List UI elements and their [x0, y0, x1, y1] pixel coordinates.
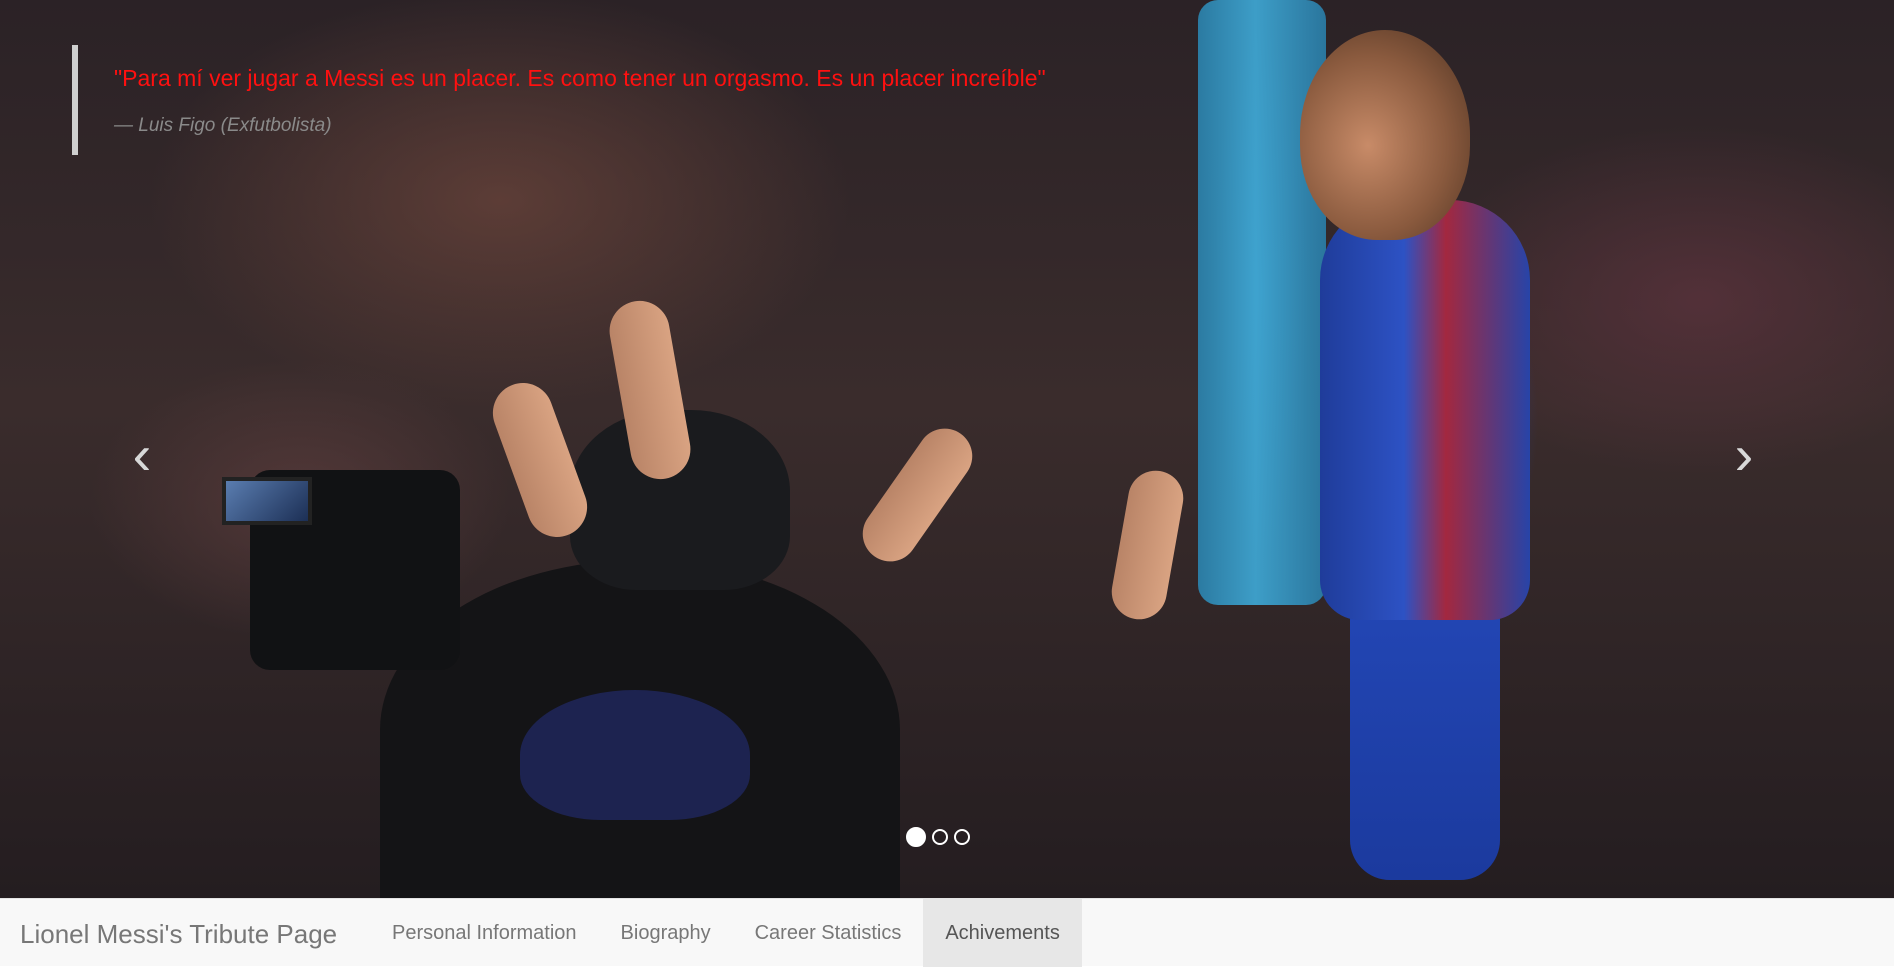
chevron-left-icon: ‹	[132, 423, 152, 486]
chevron-right-icon: ›	[1734, 423, 1754, 486]
carousel-next-button[interactable]: ›	[1714, 425, 1774, 485]
hero-quote: "Para mí ver jugar a Messi es un placer.…	[72, 45, 1272, 155]
nav-item-personal-information[interactable]: Personal Information	[370, 899, 599, 967]
nav-menu: Personal Information Biography Career St…	[370, 899, 1082, 967]
navbar-brand[interactable]: Lionel Messi's Tribute Page	[20, 919, 337, 950]
fan-arm	[851, 417, 984, 573]
carousel-indicators	[906, 826, 996, 848]
fan-arm	[1107, 466, 1188, 624]
fan-cap	[520, 690, 750, 820]
nav-item-career-statistics[interactable]: Career Statistics	[733, 899, 924, 967]
player-head	[1300, 30, 1470, 240]
quote-text: "Para mí ver jugar a Messi es un placer.…	[114, 65, 1046, 91]
player-body	[1320, 200, 1530, 620]
player-leg	[1350, 580, 1500, 880]
carousel-indicator-1[interactable]	[906, 827, 926, 847]
nav-item-achivements[interactable]: Achivements	[923, 899, 1082, 967]
nav-item-biography[interactable]: Biography	[599, 899, 733, 967]
navbar: Lionel Messi's Tribute Page Personal Inf…	[0, 898, 1894, 967]
quote-author: — Luis Figo (Exfutbolista)	[114, 115, 332, 136]
carousel-prev-button[interactable]: ‹	[112, 425, 172, 485]
hero-carousel: "Para mí ver jugar a Messi es un placer.…	[0, 0, 1894, 898]
camera-screen	[222, 477, 312, 525]
carousel-indicator-3[interactable]	[954, 829, 970, 845]
carousel-indicator-2[interactable]	[932, 829, 948, 845]
